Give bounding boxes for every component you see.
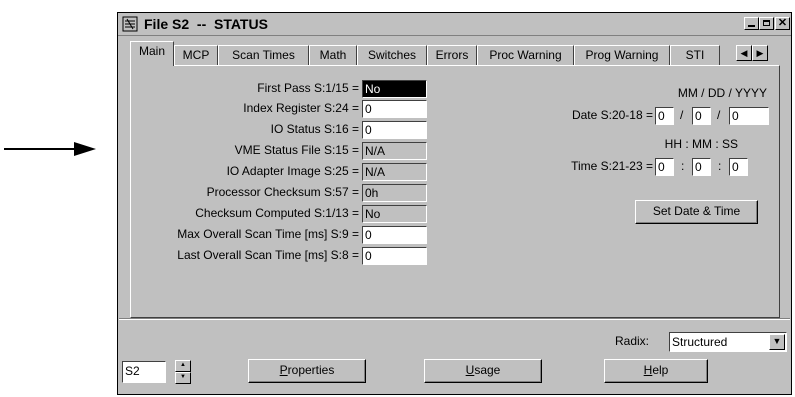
spin-up-button[interactable]: ▲ [175,360,191,372]
spin-down-icon: ▼ [180,374,186,380]
minimize-icon [748,25,755,27]
first-pass-field[interactable]: No [362,80,427,98]
minimize-button[interactable] [744,17,759,30]
tab-strip: Main MCP Scan Times Math Switches Errors… [130,41,779,66]
properties-button[interactable]: Properties [248,359,366,383]
time-second-field[interactable]: 0 [729,158,748,176]
checksum-computed-label: Checksum Computed S:1/13 = [195,206,359,220]
help-label: elp [652,363,669,377]
file-selector-spinner: ▲ ▼ [175,360,191,384]
maximize-button[interactable] [759,17,774,30]
usage-accel: U [465,363,475,377]
io-adapter-image-field: N/A [362,163,427,181]
date-day-field[interactable]: 0 [692,107,711,125]
tab-main[interactable]: Main [130,41,174,66]
time-separator-1: : [681,159,685,173]
io-status-field[interactable]: 0 [362,121,427,139]
max-scan-time-label: Max Overall Scan Time [ms] S:9 = [177,227,359,241]
usage-label: sage [474,363,501,377]
status-window: File S2 -- STATUS ✕ Main MCP Scan Times … [117,12,792,395]
io-status-label: IO Status S:16 = [270,122,359,136]
usage-button[interactable]: Usage [424,359,542,383]
last-scan-time-field[interactable]: 0 [362,247,427,265]
help-button[interactable]: Help [604,359,708,383]
spin-up-icon: ▲ [180,362,186,368]
first-pass-label: First Pass S:1/15 = [257,81,359,95]
date-month-field[interactable]: 0 [655,107,674,125]
vme-status-label: VME Status File S:15 = [234,143,359,157]
checksum-computed-field: No [362,205,427,223]
index-register-label: Index Register S:24 = [243,101,359,115]
time-minute-field[interactable]: 0 [692,158,711,176]
tab-mcp[interactable]: MCP [174,45,218,65]
properties-label: roperties [287,363,335,377]
time-separator-2: : [718,159,722,173]
close-button[interactable]: ✕ [775,17,790,30]
arrow-right-icon: ▶ [756,48,764,58]
tab-scroll-right-button[interactable]: ▶ [752,45,768,61]
io-adapter-image-label: IO Adapter Image S:25 = [226,164,359,178]
date-format-header: MM / DD / YYYY [677,86,767,100]
radix-select[interactable]: Structured ▼ [669,332,787,352]
chevron-down-icon: ▼ [772,336,782,346]
tab-switches[interactable]: Switches [357,45,427,65]
time-hour-field[interactable]: 0 [655,158,674,176]
date-label: Date S:20-18 = [571,108,653,122]
index-register-field[interactable]: 0 [362,100,427,118]
data-file-icon [122,16,138,32]
tab-sti[interactable]: STI [670,45,720,65]
set-date-time-button[interactable]: Set Date & Time [635,200,758,224]
date-separator-2: / [717,108,721,122]
tab-math[interactable]: Math [309,45,357,65]
properties-accel: P [279,363,288,377]
pointer-arrow [4,142,96,156]
radix-dropdown-button[interactable]: ▼ [769,334,785,350]
spin-down-button[interactable]: ▼ [175,372,191,384]
file-selector-input[interactable]: S2 [122,361,166,383]
tab-errors[interactable]: Errors [427,45,477,65]
max-scan-time-field[interactable]: 0 [362,226,427,244]
vme-status-field: N/A [362,142,427,160]
processor-checksum-label: Processor Checksum S:57 = [206,185,359,199]
date-separator-1: / [680,108,684,122]
arrow-left-icon: ◀ [740,48,748,58]
tab-proc-warning[interactable]: Proc Warning [477,45,574,65]
maximize-icon [763,20,770,26]
tab-scroll-left-button[interactable]: ◀ [736,45,752,61]
radix-label: Radix: [615,334,650,348]
main-tab-panel: First Pass S:1/15 = No Index Register S:… [130,65,780,318]
tab-prog-warning[interactable]: Prog Warning [574,45,670,65]
radix-value: Structured [672,335,728,349]
title-bar[interactable]: File S2 -- STATUS ✕ [118,13,791,36]
time-label: Time S:21-23 = [571,159,653,173]
date-year-field[interactable]: 0 [729,107,769,125]
time-format-header: HH : MM : SS [664,137,738,151]
window-title: File S2 -- STATUS [144,16,268,32]
bottom-separator [119,318,790,320]
last-scan-time-label: Last Overall Scan Time [ms] S:8 = [177,248,359,262]
close-icon: ✕ [777,17,788,29]
processor-checksum-field: 0h [362,184,427,202]
tab-scan-times[interactable]: Scan Times [218,45,309,65]
